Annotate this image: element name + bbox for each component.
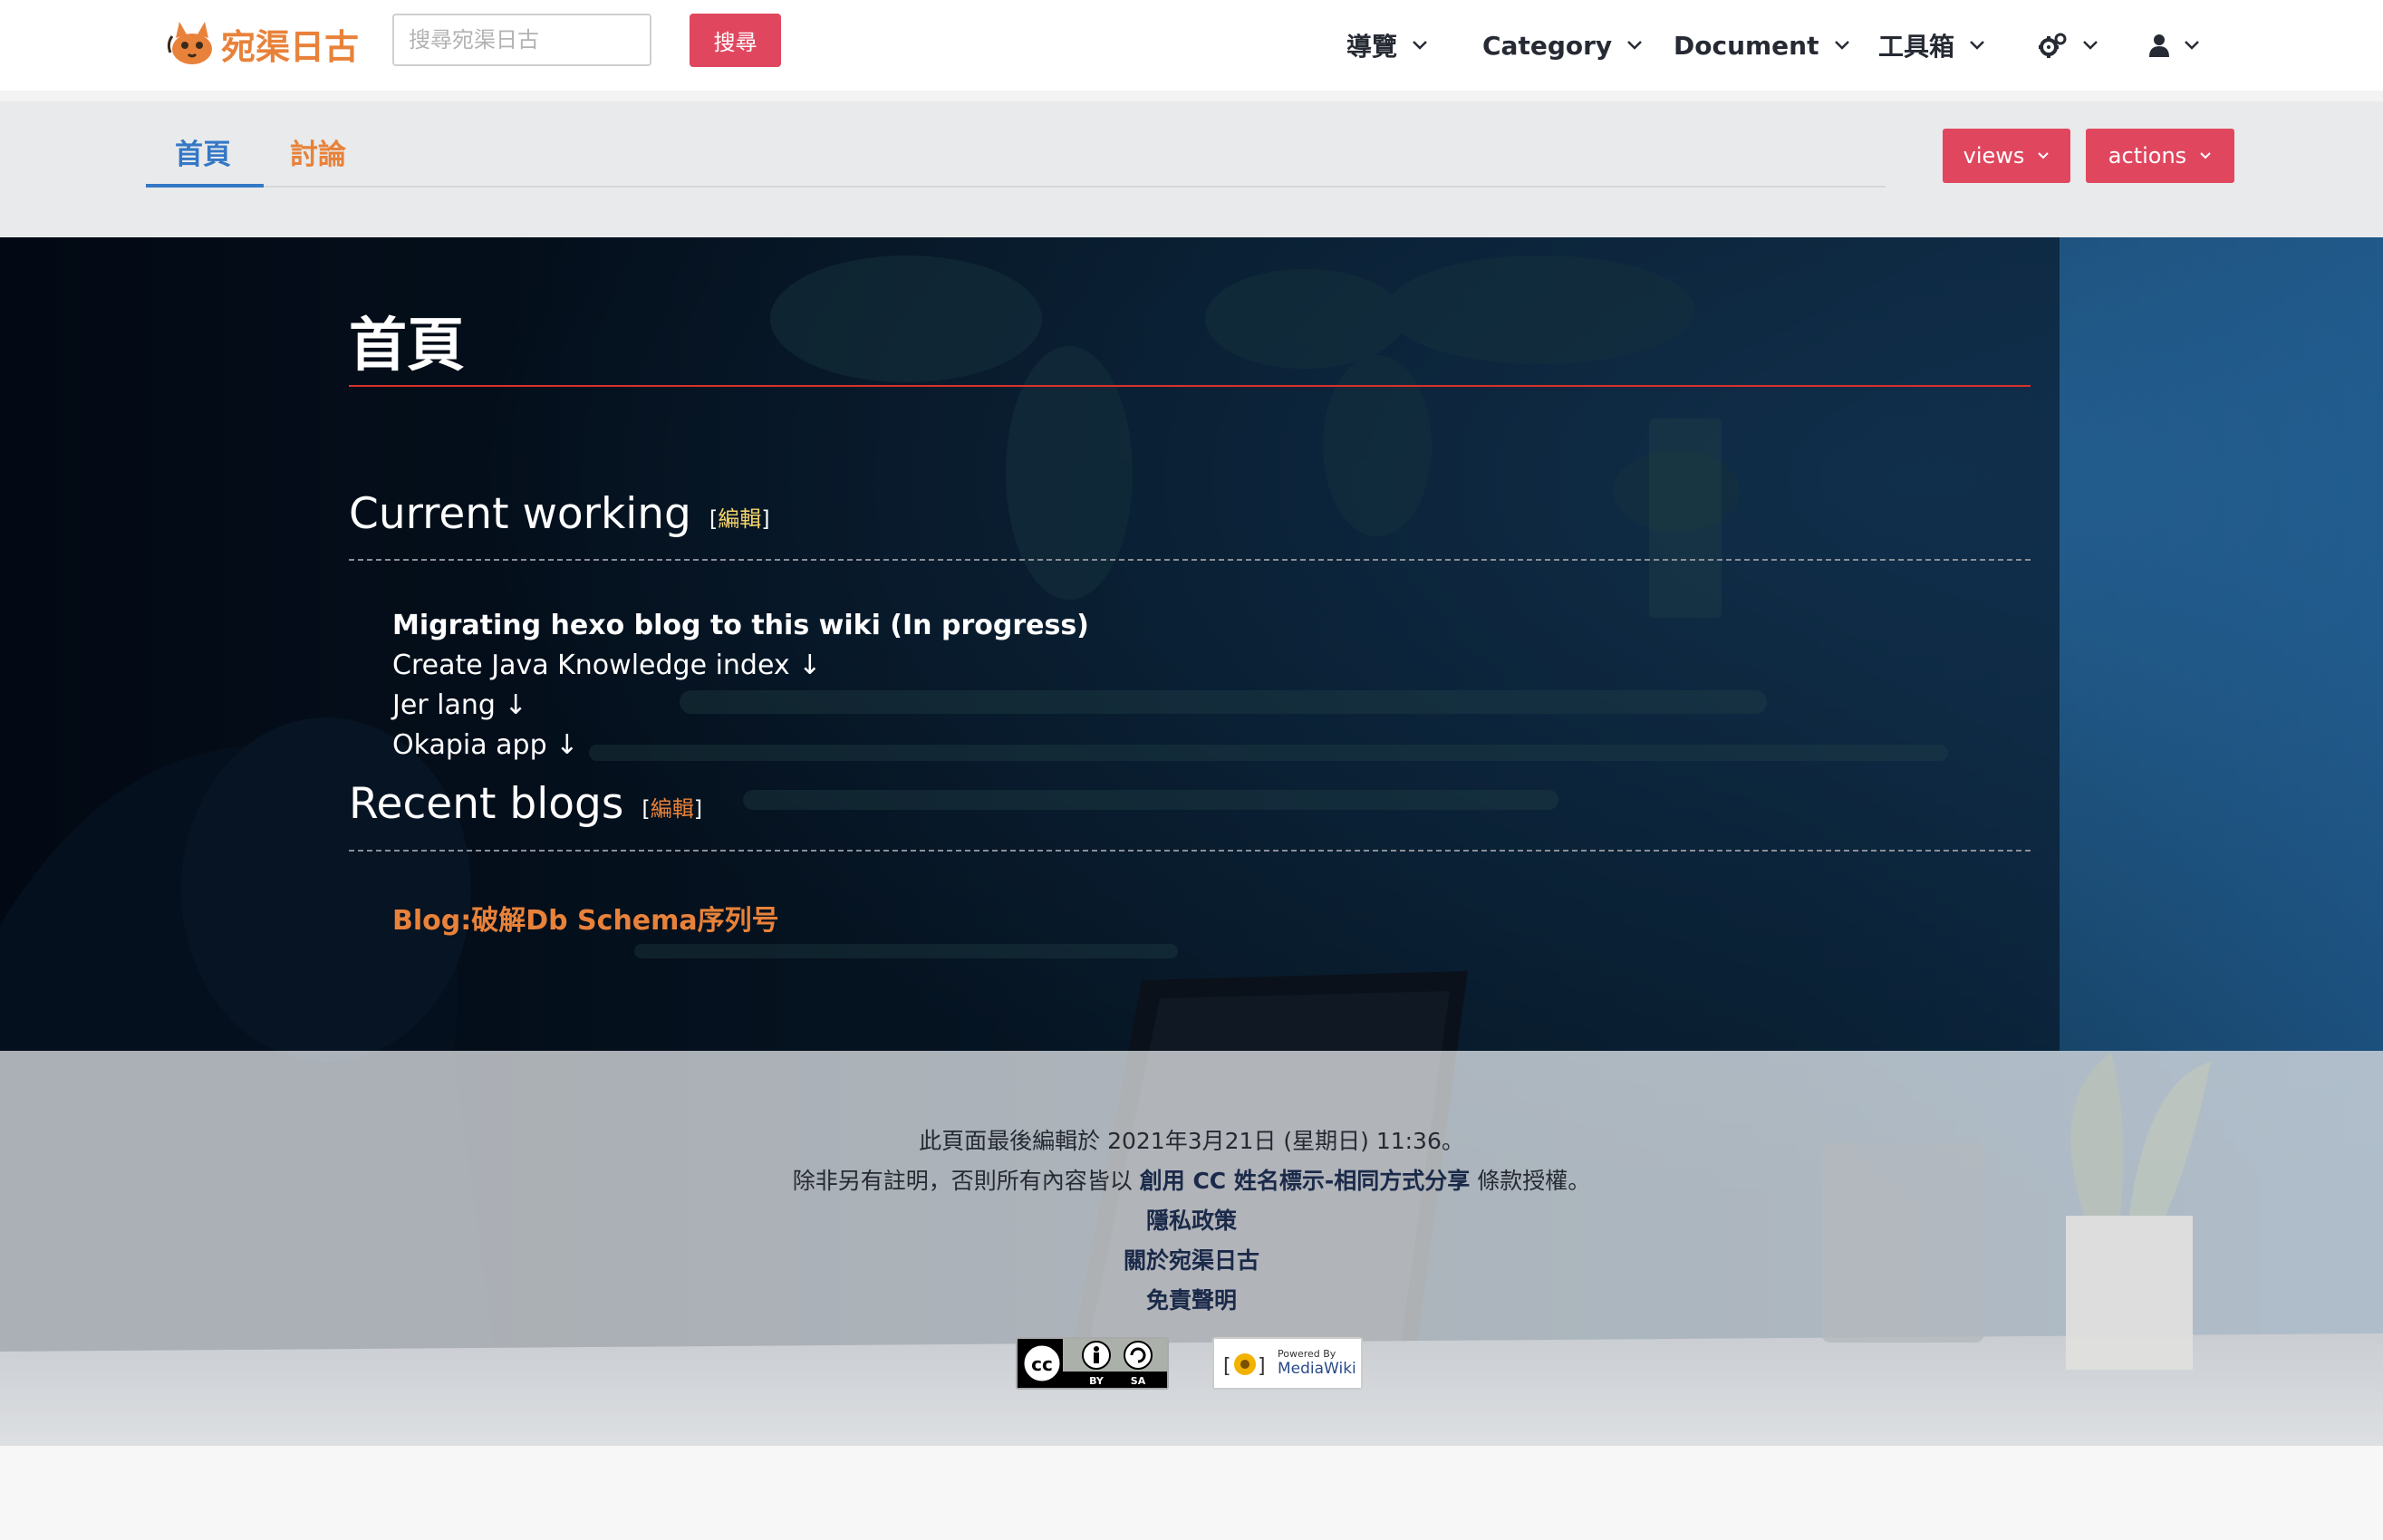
footer-link-privacy[interactable]: 隱私政策 — [0, 1203, 2383, 1236]
chevron-down-icon — [1626, 40, 1643, 51]
nav-menu-document[interactable]: Document — [1674, 20, 1850, 71]
list-item-link[interactable]: Jer lang ↓ — [392, 689, 527, 721]
footer-link-label[interactable]: 隱私政策 — [1146, 1208, 1237, 1234]
nav-menu-user[interactable] — [2149, 20, 2200, 71]
list-item: Migrating hexo blog to this wiki (In pro… — [392, 610, 1089, 641]
title-divider — [349, 385, 2031, 387]
search-input[interactable] — [392, 14, 651, 66]
cc-sa-label: SA — [1131, 1375, 1146, 1387]
nav-label: Category — [1482, 30, 1613, 61]
views-menu-button[interactable]: views — [1943, 129, 2070, 183]
footer-link-disclaimer[interactable]: 免責聲明 — [0, 1283, 2383, 1315]
mediawiki-name-label: MediaWiki — [1278, 1360, 1356, 1378]
top-navbar: 宛渠日古 搜尋 導覽 Category Document 工具箱 — [0, 0, 2383, 91]
footer-link-label[interactable]: 免責聲明 — [1146, 1287, 1237, 1314]
page-bottom — [0, 1446, 2383, 1540]
license-notice: 除非另有註明，否則所有內容皆以 創用 CC 姓名標示-相同方式分享 條款授權。 — [0, 1163, 2383, 1196]
actions-label: actions — [2108, 143, 2187, 168]
content-overlay — [0, 237, 2060, 1051]
chevron-down-icon — [1412, 40, 1428, 51]
footer-link-about[interactable]: 關於宛渠日古 — [0, 1243, 2383, 1275]
nav-menu-navigation[interactable]: 導覽 — [1346, 20, 1428, 71]
site-logo[interactable]: 宛渠日古 — [165, 14, 359, 72]
last-edited-info: 此頁面最後編輯於 2021年3月21日 (星期日) 11:36。 — [919, 1128, 1464, 1154]
cc-by-sa-badge-icon[interactable]: cc BY SA — [1016, 1337, 1169, 1390]
edit-section-link[interactable]: [編輯] — [642, 796, 702, 822]
site-name: 宛渠日古 — [221, 26, 360, 67]
license-link[interactable]: 創用 CC 姓名標示-相同方式分享 — [1140, 1168, 1470, 1194]
search-button[interactable]: 搜尋 — [690, 14, 781, 67]
nav-menu-settings[interactable] — [2039, 20, 2098, 71]
section-title: Current working — [349, 489, 691, 539]
gears-icon — [2039, 32, 2068, 59]
active-tab-indicator — [146, 184, 264, 188]
license-suffix: 條款授權。 — [1477, 1168, 1591, 1194]
chevron-down-icon — [2184, 40, 2200, 51]
mediawiki-powered-label: Powered By — [1278, 1348, 1336, 1360]
chevron-down-icon — [1834, 40, 1850, 51]
page-title: 首頁 — [349, 313, 465, 380]
mediawiki-badge-icon[interactable]: [ ] Powered By MediaWiki — [1212, 1337, 1363, 1390]
svg-text:]: ] — [1258, 1355, 1266, 1378]
nav-label: 導覽 — [1346, 32, 1398, 62]
chevron-down-icon — [2037, 151, 2050, 160]
tab-main-page[interactable]: 首頁 — [175, 131, 231, 172]
tab-discussion[interactable]: 討論 — [290, 131, 346, 172]
section-heading-recent-blogs: Recent blogs [編輯] — [349, 779, 702, 829]
user-icon — [2149, 34, 2169, 57]
edit-section-link[interactable]: [編輯] — [709, 506, 770, 532]
chevron-down-icon — [1969, 40, 1985, 51]
nav-label: Document — [1674, 30, 1819, 61]
nav-menu-toolbox[interactable]: 工具箱 — [1878, 20, 1985, 71]
svg-text:[: [ — [1223, 1355, 1231, 1378]
svg-text:cc: cc — [1031, 1353, 1053, 1375]
list-item-link[interactable]: Okapia app ↓ — [392, 729, 578, 761]
section-title: Recent blogs — [349, 779, 624, 829]
chevron-down-icon — [2199, 151, 2212, 160]
views-label: views — [1963, 143, 2025, 168]
footer-link-label[interactable]: 關於宛渠日古 — [1124, 1247, 1259, 1274]
cat-logo-icon — [165, 16, 219, 71]
cc-by-label: BY — [1089, 1375, 1105, 1387]
section-heading-current-working: Current working [編輯] — [349, 489, 770, 539]
actions-menu-button[interactable]: actions — [2086, 129, 2234, 183]
list-item-link[interactable]: Create Java Knowledge index ↓ — [392, 650, 821, 681]
tabs-baseline — [146, 186, 1886, 188]
section-divider — [349, 559, 2031, 561]
subheader-divider — [0, 91, 2383, 101]
nav-label: 工具箱 — [1878, 32, 1955, 62]
edit-label[interactable]: 編輯 — [718, 506, 761, 532]
section-divider — [349, 850, 2031, 852]
license-prefix: 除非另有註明，否則所有內容皆以 — [792, 1168, 1133, 1194]
edit-label[interactable]: 編輯 — [651, 796, 694, 822]
chevron-down-icon — [2082, 40, 2098, 51]
blog-post-link[interactable]: Blog:破解Db Schema序列号 — [392, 898, 779, 938]
nav-menu-category[interactable]: Category — [1482, 20, 1643, 71]
